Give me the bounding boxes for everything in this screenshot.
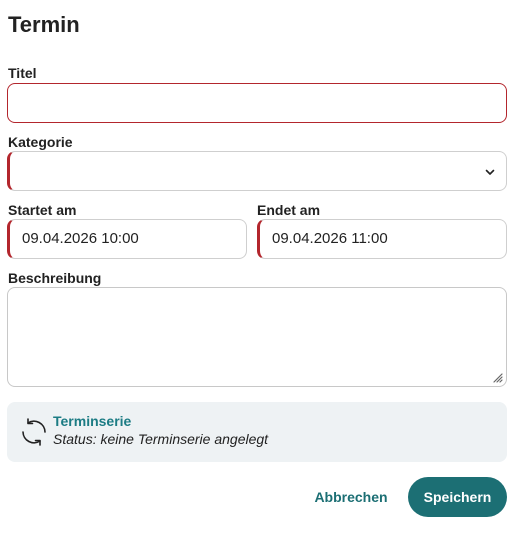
start-datetime-value: 09.04.2026 10:00	[22, 230, 139, 247]
description-textarea[interactable]	[7, 287, 507, 387]
title-input[interactable]	[7, 83, 507, 123]
end-datetime-value: 09.04.2026 11:00	[272, 230, 388, 247]
cancel-button[interactable]: Abbrechen	[306, 478, 396, 516]
recurrence-status: Status: keine Terminserie angelegt	[53, 431, 269, 447]
dialog-title: Termin	[8, 12, 80, 37]
end-label: Endet am	[257, 202, 321, 218]
start-label: Startet am	[8, 202, 77, 218]
recurrence-link[interactable]: Terminserie	[53, 413, 131, 429]
resize-handle-icon[interactable]	[491, 371, 503, 383]
description-label: Beschreibung	[8, 270, 102, 286]
category-label: Kategorie	[8, 134, 73, 150]
end-datetime-input[interactable]: 09.04.2026 11:00	[257, 219, 507, 259]
chevron-down-icon	[485, 169, 495, 175]
category-select[interactable]	[7, 151, 507, 191]
save-button[interactable]: Speichern	[408, 477, 507, 517]
title-label: Titel	[8, 65, 37, 81]
start-datetime-input[interactable]: 09.04.2026 10:00	[7, 219, 247, 259]
sync-icon	[22, 418, 46, 446]
recurrence-panel: Terminserie Status: keine Terminserie an…	[7, 402, 507, 462]
